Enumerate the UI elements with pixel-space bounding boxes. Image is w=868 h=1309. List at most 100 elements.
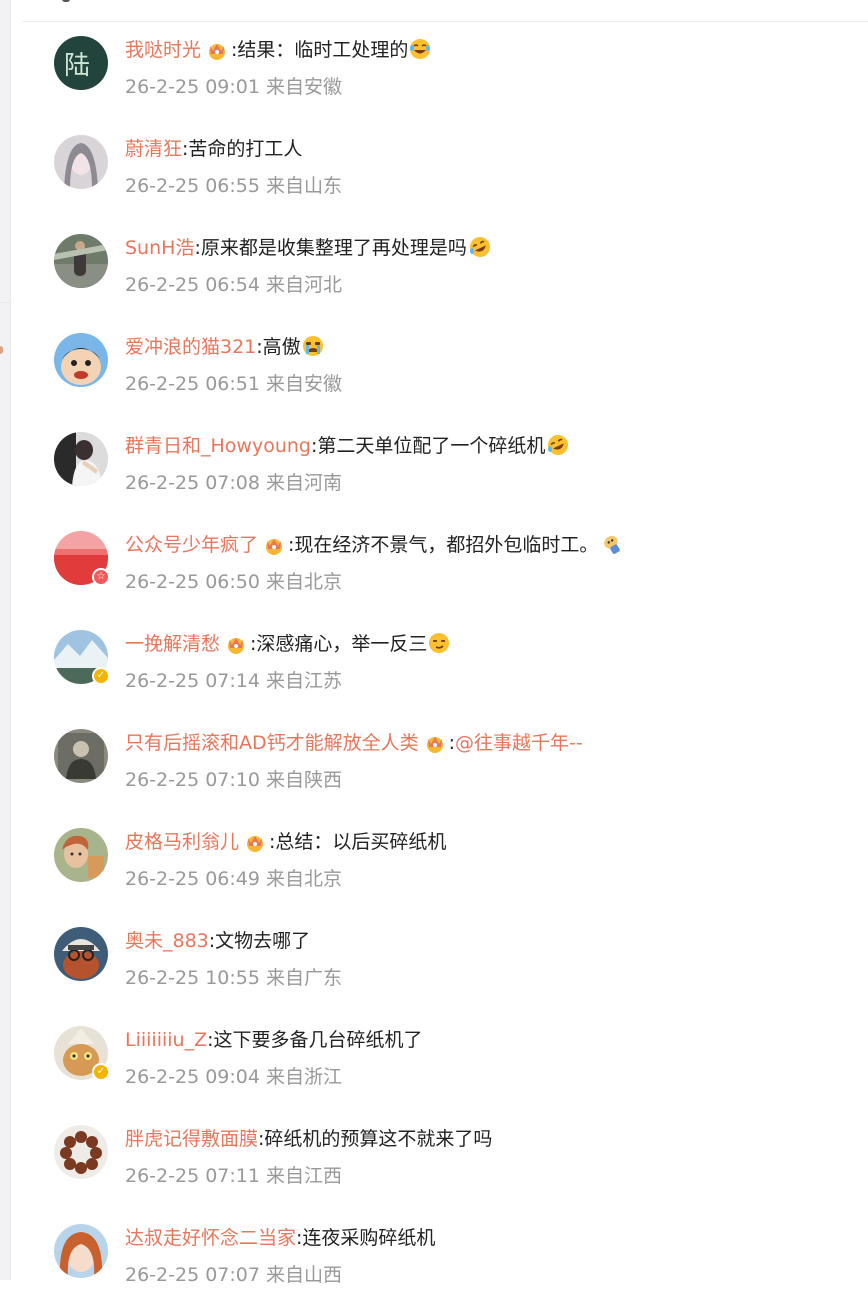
rolling-laugh-emoji <box>468 236 492 267</box>
location: 来自山东 <box>266 175 343 197</box>
comment-line: 公众号少年疯了:现在经济不景气，都招外包临时工。 <box>125 530 858 560</box>
avatar[interactable] <box>54 333 108 387</box>
timestamp: 26-2-25 06:51 <box>125 373 260 395</box>
avatar[interactable] <box>54 729 108 783</box>
comment-item: 群青日和_Howyoung:第二天单位配了一个碎纸机 26-2-25 07:08… <box>22 418 868 517</box>
comment-line: 奥未_883:文物去哪了 <box>125 926 858 956</box>
avatar[interactable] <box>54 828 108 882</box>
location: 来自河南 <box>266 472 343 494</box>
timestamp: 26-2-25 07:08 <box>125 472 260 494</box>
rail-indicator <box>0 346 3 354</box>
avatar[interactable] <box>54 927 108 981</box>
timestamp: 26-2-25 10:55 <box>125 967 260 989</box>
crying-emoji <box>302 335 324 366</box>
comment-item: 胖虎记得敷面膜:碎纸机的预算这不就来了吗 26-2-25 07:11 来自江西 <box>22 1111 868 1210</box>
comment-item: SunH浩:原来都是收集整理了再处理是吗 26-2-25 06:54 来自河北 <box>22 220 868 319</box>
comment-text: 苦命的打工人 <box>188 138 303 160</box>
username-link[interactable]: 胖虎记得敷面膜 <box>125 1128 258 1150</box>
comment-text: 现在经济不景气，都招外包临时工。 <box>294 534 599 556</box>
mention-link[interactable]: @往事越千年-- <box>455 732 583 754</box>
username-link[interactable]: Liiiiiiiu_Z <box>125 1029 207 1051</box>
avatar[interactable] <box>54 234 108 288</box>
timestamp: 26-2-25 06:54 <box>125 274 260 296</box>
comment-text: 这下要多备几台碎纸机了 <box>213 1029 423 1051</box>
timestamp: 26-2-25 07:07 <box>125 1264 260 1286</box>
comment-line: Liiiiiiiu_Z:这下要多备几台碎纸机了 <box>125 1025 858 1055</box>
timestamp: 26-2-25 06:50 <box>125 571 260 593</box>
verified-badge: ✓ <box>92 667 110 685</box>
comment-item: ☆ 公众号少年疯了:现在经济不景气，都招外包临时工。 26-2-25 06:50… <box>22 517 868 616</box>
comment-meta: 26-2-25 10:55 来自广东 <box>125 966 342 990</box>
comment-meta: 26-2-25 06:50 来自北京 <box>125 570 342 594</box>
username-link[interactable]: 达叔走好怀念二当家 <box>125 1227 296 1249</box>
location: 来自北京 <box>266 571 343 593</box>
comment-item: 达叔走好怀念二当家:连夜采购碎纸机 26-2-25 07:07 来自山西 <box>22 1210 868 1309</box>
comment-item: ✓ Liiiiiiiu_Z:这下要多备几台碎纸机了 26-2-25 09:04 … <box>22 1012 868 1111</box>
timestamp: 26-2-25 09:01 <box>125 76 260 98</box>
comment-line: 爱冲浪的猫321:高傲 <box>125 332 858 362</box>
comment-text: 碎纸机的预算这不就来了吗 <box>264 1128 493 1150</box>
username-link[interactable]: 只有后摇滚和AD钙才能解放全人类 <box>125 732 419 754</box>
rolling-laugh-emoji <box>546 434 570 465</box>
username-link[interactable]: 奥未_883 <box>125 930 209 952</box>
avatar[interactable] <box>54 135 108 189</box>
username-link[interactable]: 公众号少年疯了 <box>125 534 258 556</box>
comment-text: 第二天单位配了一个碎纸机 <box>317 435 546 457</box>
comment-meta: 26-2-25 06:54 来自河北 <box>125 273 342 297</box>
avatar[interactable] <box>54 1224 108 1278</box>
location: 来自北京 <box>266 868 343 890</box>
username-link[interactable]: 我哒时光 <box>125 39 201 61</box>
avatar[interactable]: 陆 <box>54 36 108 90</box>
timestamp: 26-2-25 06:55 <box>125 175 260 197</box>
username-link[interactable]: 一挽解清愁 <box>125 633 220 655</box>
username-link[interactable]: 皮格马利翁儿 <box>125 831 239 853</box>
username-link[interactable]: 群青日和_Howyoung <box>125 435 311 457</box>
comment-meta: 26-2-25 07:14 来自江苏 <box>125 669 342 693</box>
comment-item: 陆 我哒时光:结果：临时工处理的 26-2-25 09:01 来自安徽 <box>22 22 868 121</box>
location: 来自河北 <box>266 274 343 296</box>
comment-text: 高傲 <box>262 336 301 358</box>
username-link[interactable]: 爱冲浪的猫321 <box>125 336 256 358</box>
comment-meta: 26-2-25 09:01 来自安徽 <box>125 75 342 99</box>
comment-meta: 26-2-25 06:51 来自安徽 <box>125 372 342 396</box>
comment-text: 文物去哪了 <box>215 930 311 952</box>
comment-meta: 26-2-25 07:07 来自山西 <box>125 1263 342 1287</box>
comment-item: 蔚清狂:苦命的打工人 26-2-25 06:55 来自山东 <box>22 121 868 220</box>
avatar[interactable] <box>54 432 108 486</box>
username-link[interactable]: SunH浩 <box>125 237 194 259</box>
location: 来自安徽 <box>266 76 343 98</box>
comment-item: 奥未_883:文物去哪了 26-2-25 10:55 来自广东 <box>22 913 868 1012</box>
comment-item: 只有后摇滚和AD钙才能解放全人类:@往事越千年-- 26-2-25 07:10 … <box>22 715 868 814</box>
location: 来自陕西 <box>266 769 343 791</box>
rail-divider <box>0 302 10 303</box>
username-link[interactable]: 蔚清狂 <box>125 138 182 160</box>
comment-item: ✓ 一挽解清愁:深感痛心，举一反三 26-2-25 07:14 来自江苏 <box>22 616 868 715</box>
comment-meta: 26-2-25 07:11 来自江西 <box>125 1164 342 1188</box>
location: 来自江苏 <box>266 670 343 692</box>
comment-meta: 26-2-25 07:08 来自河南 <box>125 471 342 495</box>
comment-item: 皮格马利翁儿:总结：以后买碎纸机 26-2-25 06:49 来自北京 <box>22 814 868 913</box>
verified-badge: ☆ <box>92 568 110 586</box>
comment-list: 陆 我哒时光:结果：临时工处理的 26-2-25 09:01 来自安徽 蔚清狂:… <box>22 22 868 1309</box>
comment-text: 结果：临时工处理的 <box>237 39 409 61</box>
comment-line: SunH浩:原来都是收集整理了再处理是吗 <box>125 233 858 263</box>
timestamp: 26-2-25 09:04 <box>125 1066 260 1088</box>
comment-line: 皮格马利翁儿:总结：以后买碎纸机 <box>125 827 858 857</box>
comment-text: 连夜采购碎纸机 <box>302 1227 436 1249</box>
crown-icon <box>424 732 446 762</box>
avatar[interactable] <box>54 1125 108 1179</box>
comment-meta: 26-2-25 07:10 来自陕西 <box>125 768 342 792</box>
crown-icon <box>244 831 266 861</box>
comment-line: 达叔走好怀念二当家:连夜采购碎纸机 <box>125 1223 858 1253</box>
svg-text:陆: 陆 <box>64 51 90 81</box>
comment-text: 原来都是收集整理了再处理是吗 <box>200 237 467 259</box>
timestamp: 26-2-25 07:11 <box>125 1165 260 1187</box>
crown-icon <box>225 633 247 663</box>
location: 来自广东 <box>266 967 343 989</box>
comment-text: 深感痛心，举一反三 <box>256 633 428 655</box>
comment-line: 只有后摇滚和AD钙才能解放全人类:@往事越千年-- <box>125 728 858 758</box>
timestamp: 26-2-25 06:49 <box>125 868 260 890</box>
location: 来自江西 <box>266 1165 343 1187</box>
verified-badge: ✓ <box>92 1063 110 1081</box>
crown-icon <box>263 534 285 564</box>
